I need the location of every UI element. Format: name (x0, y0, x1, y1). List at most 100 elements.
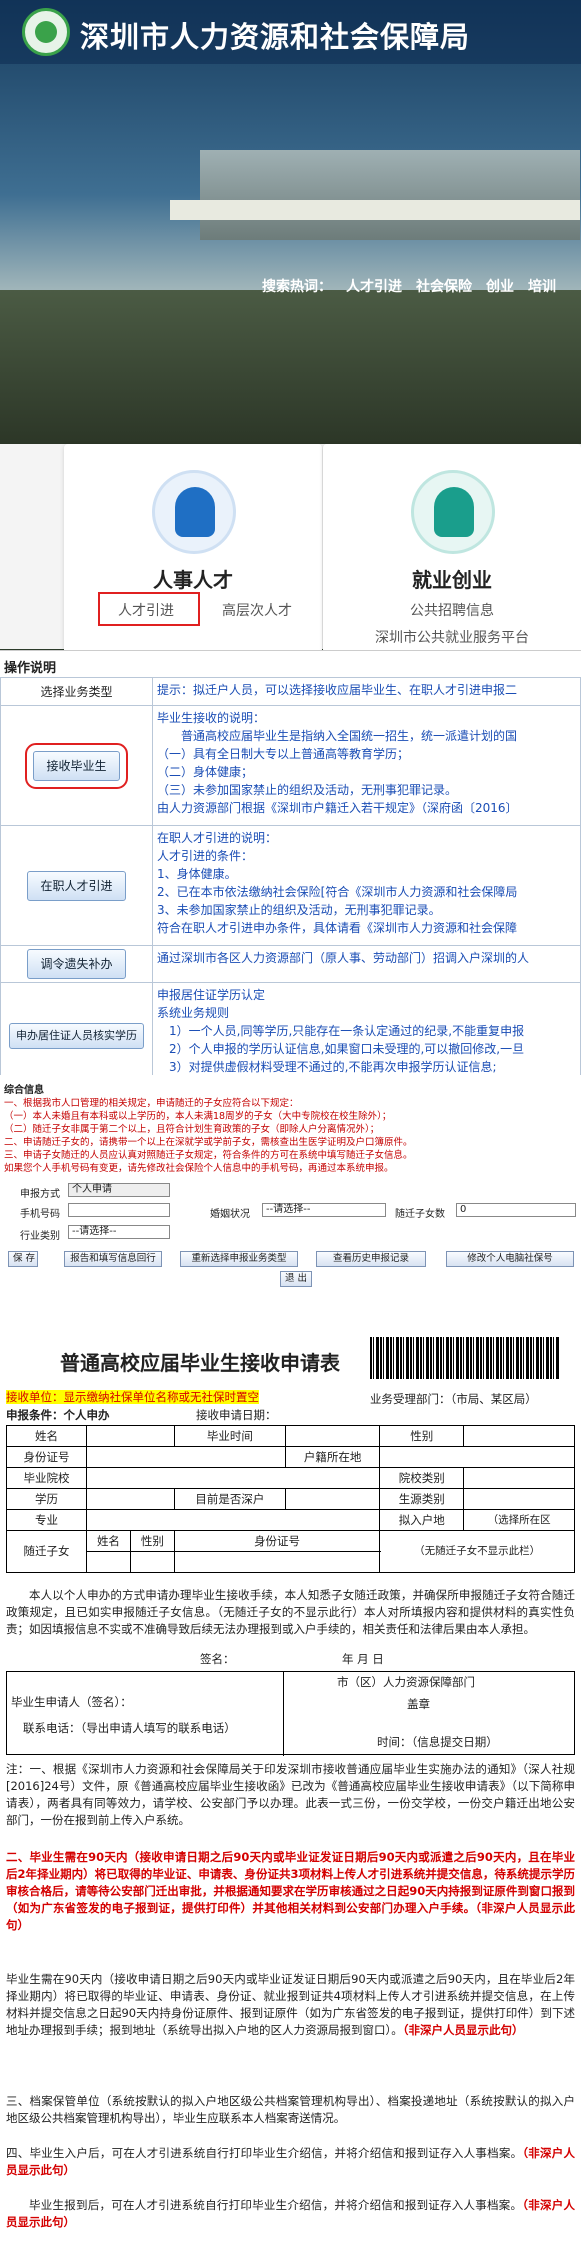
ops-cell: 调令遗失补办 (0, 945, 153, 983)
sign-box: 毕业生申请人（签名）： 联系电话：（导出申请人填写的联系电话） 市（区）人力资源… (6, 1671, 575, 1756)
link-high-level-talent[interactable]: 高层次人才 (222, 600, 292, 620)
field-label: 婚姻状况 (210, 1209, 250, 1220)
sign-divider (283, 1672, 284, 1756)
pledge-text: 本人以个人申办的方式申请办理毕业生接收手续，本人知悉子女随迁政策，并确保所申报随… (6, 1588, 575, 1636)
cell (85, 1467, 381, 1489)
exit-button[interactable]: 退 出 (280, 1271, 312, 1287)
phone-input[interactable] (68, 1203, 170, 1217)
note-line: 三、申请子女随迁的人员应认真对照随迁子女规定，符合条件的方可在系统中填写随迁子女… (4, 1150, 413, 1161)
field-label: 行业类别 (20, 1231, 60, 1242)
cell: 户籍所在地 (284, 1446, 381, 1468)
ops-panel: 操作说明 选择业务类型 提示：拟迁户人员，可以选择接收应届毕业生、在职人才引进申… (0, 650, 581, 1075)
info-form: 综合信息 一、根据我市人口管理的相关规定，申请随迁的子女应符合以下规定： （一）… (0, 1075, 581, 1325)
verify-degree-button[interactable]: 申办居住证人员核实学历 (9, 1022, 144, 1049)
sign-label: 签名： (200, 1652, 235, 1666)
highlight-box (98, 592, 200, 626)
history-button[interactable]: 查看历史申报记录 (316, 1251, 426, 1267)
note-line: 二、申请随迁子女的，请携带一个以上在深就学或学前子女，需核查出生医学证明及户口簿… (4, 1137, 413, 1148)
save-button[interactable]: 保 存 (8, 1251, 38, 1267)
bureau-logo-icon (22, 8, 70, 56)
dept-label: 业务受理部门：（市局、某区局） (370, 1392, 537, 1406)
note-line: 如果您个人手机号码有变更，请先修改社会保险个人信息中的手机号码，再通过本系统申报… (4, 1163, 394, 1174)
industry-select[interactable]: --请选择-- (68, 1225, 170, 1239)
doc-note: 三、档案保管单位（系统按默认的拟入户地区级公共档案管理机构导出）、档案投递地址（… (6, 2094, 575, 2125)
desc-line: 3、未参加国家禁止的组织及活动，无刑事犯罪记录。 (157, 903, 441, 917)
cell: 身份证号 (6, 1446, 87, 1468)
service-cards: 人事人才 人才引进 高层次人才 就业创业 公共招聘信息 深圳市公共就业服务平台 (0, 444, 581, 650)
note-line: （二）随迁子女非属于第二个以上，且符合计划生育政策的子女（即除人户分离情况外）； (4, 1124, 380, 1135)
doc-note: 注：一、根据《深圳市人力资源和社会保障局关于印发深圳市接收普通应届毕业生实施办法… (6, 1762, 575, 1827)
note-line: （一）本人未婚且有本科或以上学历的，本人未满18周岁的子女（大中专院校在校生除外… (4, 1111, 392, 1122)
ops-heading: 操作说明 (4, 661, 57, 676)
cell: 拟入户地 (379, 1509, 465, 1531)
cell: 姓名 (6, 1425, 87, 1447)
hot-word-talent[interactable]: 人才引进 (346, 279, 402, 295)
hot-word-training[interactable]: 培训 (528, 279, 556, 295)
edit-insurance-button[interactable]: 修改个人电脑社保号 (446, 1251, 574, 1267)
cell (86, 1488, 175, 1510)
cell (86, 1446, 286, 1468)
cell: 目前是否深户 (173, 1488, 286, 1510)
cell: 毕业时间 (173, 1425, 286, 1447)
applicant-phone: 联系电话：（导出申请人填写的联系电话） (23, 1721, 236, 1735)
field-label: 手机号码 (20, 1209, 60, 1220)
receive-graduate-button[interactable]: 接收毕业生 (25, 742, 128, 789)
ops-cell: 在职人才引进 (0, 825, 153, 946)
marital-select[interactable]: --请选择-- (262, 1203, 386, 1217)
talent-intro-button[interactable]: 在职人才引进 (27, 870, 126, 901)
child-count-select[interactable]: 0 (456, 1203, 576, 1217)
note-text: 毕业生报到后，可在人才引进系统自行打印毕业生介绍信，并将介绍信和报到证存入人事档… (29, 2198, 523, 2212)
desc-line: 符合在职人才引进申办条件，具体请看《深圳市人力资源和社会保障 (157, 921, 518, 935)
hot-word-startup[interactable]: 创业 (486, 279, 514, 295)
cell (284, 1488, 381, 1510)
link-employment-platform[interactable]: 深圳市公共就业服务平台 (323, 627, 581, 647)
submit-time: 时间：（信息提交日期） (377, 1735, 498, 1749)
cell (86, 1425, 175, 1447)
report-button[interactable]: 报告和填写信息回行 (64, 1251, 162, 1267)
cell: 性别 (129, 1530, 175, 1552)
cell: 性别 (379, 1425, 465, 1447)
application-doc: 普通高校应届毕业生接收申请表 接收单位：显示缴纳社保单位名称或无社保时置空 业务… (0, 1325, 581, 2250)
campus-photo (200, 150, 580, 240)
campus-building (170, 200, 580, 220)
cell: 姓名 (86, 1530, 131, 1552)
note-text: 四、毕业生入户后，可在人才引进系统自行打印毕业生介绍信，并将介绍信和报到证存入人… (6, 2146, 523, 2160)
cell: （无随迁子女不显示此栏） (379, 1530, 575, 1573)
ops-desc: 毕业生接收的说明： 普通高校应届毕业生是指纳入全国统一招生，统一派遣计划的国 （… (152, 705, 581, 826)
card-hr-talent[interactable]: 人事人才 人才引进 高层次人才 (64, 444, 322, 650)
bureau-label: 市（区）人力资源保障部门 (337, 1675, 475, 1689)
ops-cell: 申办居住证人员核实学历 (0, 982, 153, 1075)
desc-line: 2）个人申报的学历认证信息,如果窗口未受理的,可以撤回修改,一旦 (169, 1042, 525, 1056)
applicant-table: 姓名 毕业时间 性别 身份证号 户籍所在地 毕业院校 院校类别 学历 目前是否深户 生源类别… (6, 1425, 575, 1573)
card-employment[interactable]: 就业创业 公共招聘信息 深圳市公共就业服务平台 (323, 444, 581, 650)
desc-line: 2、已在本市依法缴纳社会保险[符合《深圳市人力资源和社会保障局 (157, 885, 518, 899)
applicant-sign: 毕业生申请人（签名）： (11, 1695, 132, 1709)
desc-line: 申报居住证学历认定 (157, 988, 266, 1002)
link-public-jobs[interactable]: 公共招聘信息 (323, 600, 581, 620)
desc-line: （一）具有全日制大专以上普通高等教育学历； (157, 747, 410, 761)
ops-desc: 申报居住证学历认定 系统业务规则 1）一个人员,同等学历,只能存在一条认定通过的… (152, 982, 581, 1075)
reselect-button[interactable]: 重新选择申报业务类型 (180, 1251, 298, 1267)
ops-desc: 在职人才引进的说明： 人才引进的条件： 1、身体健康。 2、已在本市依法缴纳社会… (152, 825, 581, 946)
cell: 院校类别 (379, 1467, 465, 1489)
doc-note: 毕业生报到后，可在人才引进系统自行打印毕业生介绍信，并将介绍信和报到证存入人事档… (6, 2197, 575, 2231)
hot-word-social-insurance[interactable]: 社会保险 (416, 279, 472, 295)
doc-note: 二、毕业生需在90天内（接收申请日期之后90天内或毕业证发证日期后90天内或派遣… (6, 1849, 575, 1934)
cell (379, 1446, 575, 1468)
note-line: 一、根据我市人口管理的相关规定，申请随迁的子女应符合以下规定： (4, 1098, 299, 1109)
cond-label: 申报条件：个人申办 (6, 1408, 110, 1422)
desc-line: 由人力资源部门根据《深圳市户籍迁入若干规定》（深府函〔2016〕 (157, 801, 518, 815)
stamp-label: 盖章 (407, 1697, 430, 1711)
desc-line: （三）未参加国家禁止的组织及活动，无刑事犯罪记录。 (157, 783, 458, 797)
cell (463, 1467, 575, 1489)
desc-line: 系统业务规则 (157, 1006, 230, 1020)
cell (85, 1509, 381, 1531)
cell: 学历 (6, 1488, 87, 1510)
desc-line: 普通高校应届毕业生是指纳入全国统一招生，统一派遣计划的国 (181, 729, 518, 743)
lost-transfer-button[interactable]: 调令遗失补办 (27, 949, 126, 979)
apply-method-select[interactable]: 个人申请 (68, 1183, 170, 1197)
doc-title: 普通高校应届毕业生接收申请表 (60, 1351, 340, 1375)
ops-label: 选择业务类型 (0, 677, 153, 706)
field-label: 申报方式 (20, 1189, 60, 1200)
ops-desc: 通过深圳市各区人力资源部门（原人事、劳动部门）招调入户深圳的人 (152, 945, 581, 983)
